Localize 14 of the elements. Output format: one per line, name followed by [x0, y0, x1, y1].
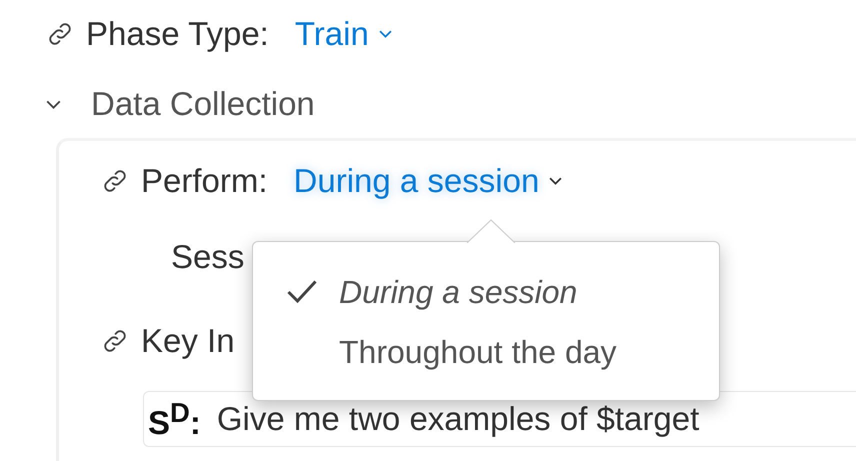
field-label: Perform: — [141, 162, 268, 200]
field-label: Phase Type: — [86, 15, 269, 53]
menu-option[interactable]: During a session — [253, 262, 719, 322]
section-title: Data Collection — [91, 85, 315, 123]
check-icon — [287, 280, 317, 304]
caret-icon — [378, 30, 392, 38]
menu-option[interactable]: Throughout the day — [253, 322, 719, 382]
field-label: Sess — [171, 238, 244, 276]
field-label: Key In — [141, 322, 235, 360]
caret-icon — [549, 176, 562, 186]
sd-label: S$^{D}$: — [148, 396, 201, 442]
field-value: Give me two examples of $target — [216, 400, 700, 438]
perform-dropdown[interactable]: During a session — [280, 162, 562, 200]
phase-type-dropdown[interactable]: Train — [280, 15, 392, 53]
